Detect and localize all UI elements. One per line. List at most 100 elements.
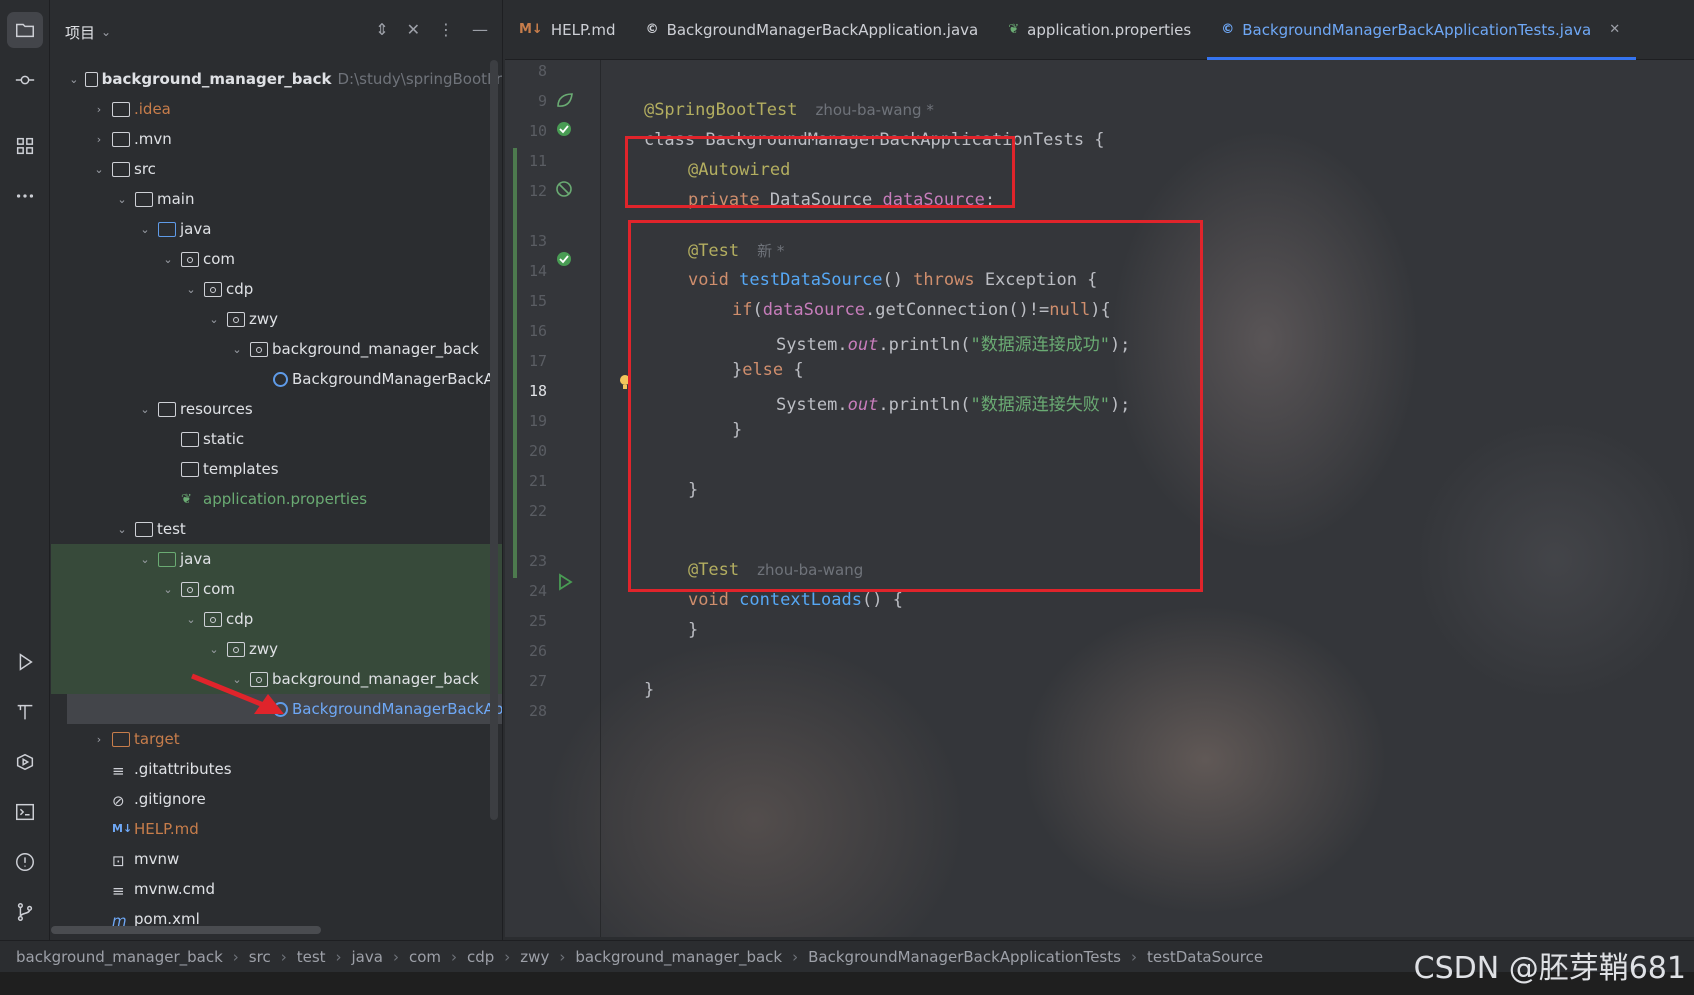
run-test-method-icon[interactable] [555, 250, 575, 270]
file-type-icon: M↓ [519, 22, 543, 37]
maven-icon: m [112, 911, 127, 930]
tool-window-strip [0, 0, 50, 940]
run-icon[interactable] [7, 644, 43, 680]
run-test-class-icon[interactable] [555, 120, 575, 140]
tree-item[interactable]: templates [51, 454, 502, 484]
hide-icon[interactable]: — [472, 20, 488, 39]
tree-item[interactable]: BackgroundManagerBackA [51, 364, 502, 394]
tree-item[interactable]: static [51, 424, 502, 454]
package-icon [204, 281, 222, 297]
close-icon[interactable]: ✕ [1609, 22, 1620, 37]
tree-item[interactable]: ⌄ com [51, 244, 502, 274]
more-icon[interactable] [7, 178, 43, 214]
tree-item[interactable]: ⌄ main [51, 184, 502, 214]
chevron-down-icon[interactable]: ⌄ [101, 25, 111, 39]
chevron-right-icon[interactable]: › [92, 133, 106, 146]
build-icon[interactable] [7, 694, 43, 730]
services-icon[interactable] [7, 744, 43, 780]
tree-item[interactable]: ⌄ com [51, 574, 502, 604]
problems-icon[interactable] [7, 844, 43, 880]
chevron-down-icon[interactable]: ⌄ [207, 643, 221, 656]
highlight-box-test-method [628, 220, 1203, 592]
folder-icon [112, 131, 130, 147]
horizontal-scrollbar[interactable] [51, 926, 321, 934]
breadcrumb-item[interactable]: com [409, 948, 441, 966]
tab-label: HELP.md [550, 20, 616, 39]
tree-item-label: mvnw.cmd [134, 880, 216, 898]
chevron-down-icon[interactable]: ⌄ [115, 523, 129, 536]
tree-item-label: mvnw [134, 850, 180, 868]
chevron-right-icon[interactable]: › [92, 733, 106, 746]
tree-item[interactable]: ⌄ zwy [51, 304, 502, 334]
tree-item[interactable]: ⊡ mvnw [51, 844, 502, 874]
tree-item[interactable]: ⌄ resources [51, 394, 502, 424]
expand-all-icon[interactable]: ⇕ [375, 20, 388, 39]
chevron-down-icon[interactable]: ⌄ [115, 193, 129, 206]
breadcrumb-item[interactable]: BackgroundManagerBackApplicationTests [808, 948, 1121, 966]
tree-item-label: .idea [134, 100, 171, 118]
tree-item[interactable]: ⌄ test [51, 514, 502, 544]
chevron-down-icon[interactable]: ⌄ [138, 553, 152, 566]
project-folder-icon[interactable] [7, 12, 43, 48]
breadcrumb-item[interactable]: java [352, 948, 383, 966]
code-editor[interactable]: 8 9 10 11 12 13 14 15 16 17 18 19 20 21 22 23 24 25 26 27 28… [505, 60, 1694, 937]
chevron-down-icon[interactable]: ⌄ [138, 223, 152, 236]
tree-item[interactable]: ⌄ cdp [51, 274, 502, 304]
tree-item[interactable]: M↓ HELP.md [51, 814, 502, 844]
chevron-right-icon: › [232, 947, 239, 966]
tree-item[interactable]: › .mvn [51, 124, 502, 154]
tree-item-label: .mvn [134, 130, 172, 148]
breadcrumb-item[interactable]: zwy [520, 948, 549, 966]
git-icon[interactable] [7, 894, 43, 930]
structure-icon[interactable] [7, 128, 43, 164]
breadcrumb-item[interactable]: cdp [467, 948, 494, 966]
tab-label: BackgroundManagerBackApplication.java [666, 20, 979, 39]
chevron-down-icon[interactable]: ⌄ [184, 283, 198, 296]
chevron-down-icon[interactable]: ⌄ [69, 73, 79, 86]
breadcrumb-item[interactable]: testDataSource [1147, 948, 1263, 966]
collapse-all-icon[interactable]: ✕ [407, 20, 420, 39]
tree-item-label: .gitattributes [134, 760, 232, 778]
package-icon [204, 611, 222, 627]
run-test-icon[interactable] [555, 572, 575, 592]
chevron-down-icon[interactable]: ⌄ [92, 163, 106, 176]
tree-item[interactable]: ⌄ src [51, 154, 502, 184]
tree-item[interactable]: ⌄ background_manager_back [51, 334, 502, 364]
tree-item[interactable]: ⌄ zwy [51, 634, 502, 664]
breadcrumb-item[interactable]: src [249, 948, 271, 966]
test-folder-icon [158, 551, 176, 567]
tree-item[interactable]: ❦ application.properties [51, 484, 502, 514]
vertical-scrollbar[interactable] [490, 60, 498, 820]
tree-item[interactable]: › .idea [51, 94, 502, 124]
breadcrumb-item[interactable]: test [297, 948, 326, 966]
chevron-down-icon[interactable]: ⌄ [184, 613, 198, 626]
tree-item[interactable]: › target [51, 724, 502, 754]
tree-item[interactable]: ⊘ .gitignore [51, 784, 502, 814]
autowired-bean-icon[interactable] [555, 180, 575, 200]
terminal-icon[interactable] [7, 794, 43, 830]
chevron-down-icon[interactable]: ⌄ [230, 343, 244, 356]
chevron-down-icon[interactable]: ⌄ [161, 583, 175, 596]
spring-bean-icon[interactable] [555, 90, 575, 110]
editor-tab[interactable]: M↓ HELP.md [505, 0, 632, 60]
breadcrumb-item[interactable]: background_manager_back [16, 948, 223, 966]
tree-item[interactable]: ⌄ java [51, 544, 502, 574]
options-icon[interactable]: ⋮ [438, 20, 454, 39]
chevron-down-icon[interactable]: ⌄ [138, 403, 152, 416]
tree-item[interactable]: ⌄ background_manager_back D:\study\springB… [51, 64, 502, 94]
tree-item[interactable]: ≡ .gitattributes [51, 754, 502, 784]
tab-label: BackgroundManagerBackApplicationTests.ja… [1242, 20, 1592, 39]
tree-item[interactable]: ⌄ java [51, 214, 502, 244]
editor-tab[interactable]: ❦ application.properties [994, 0, 1207, 60]
chevron-down-icon[interactable]: ⌄ [207, 313, 221, 326]
editor-tab[interactable]: © BackgroundManagerBackApplicationTests.j… [1207, 0, 1637, 60]
tree-item-label: HELP.md [134, 820, 199, 838]
commit-icon[interactable] [7, 62, 43, 98]
breadcrumb-item[interactable]: background_manager_back [575, 948, 782, 966]
tree-item[interactable]: ⌄ cdp [51, 604, 502, 634]
tree-item[interactable]: ≡ mvnw.cmd [51, 874, 502, 904]
editor-tab[interactable]: © BackgroundManagerBackApplication.java [632, 0, 995, 60]
chevron-right-icon[interactable]: › [92, 103, 106, 116]
chevron-down-icon[interactable]: ⌄ [161, 253, 175, 266]
project-panel: 项目 ⌄ ⇕ ✕ ⋮ — ⌄ background_manager_back D:\… [51, 0, 503, 940]
